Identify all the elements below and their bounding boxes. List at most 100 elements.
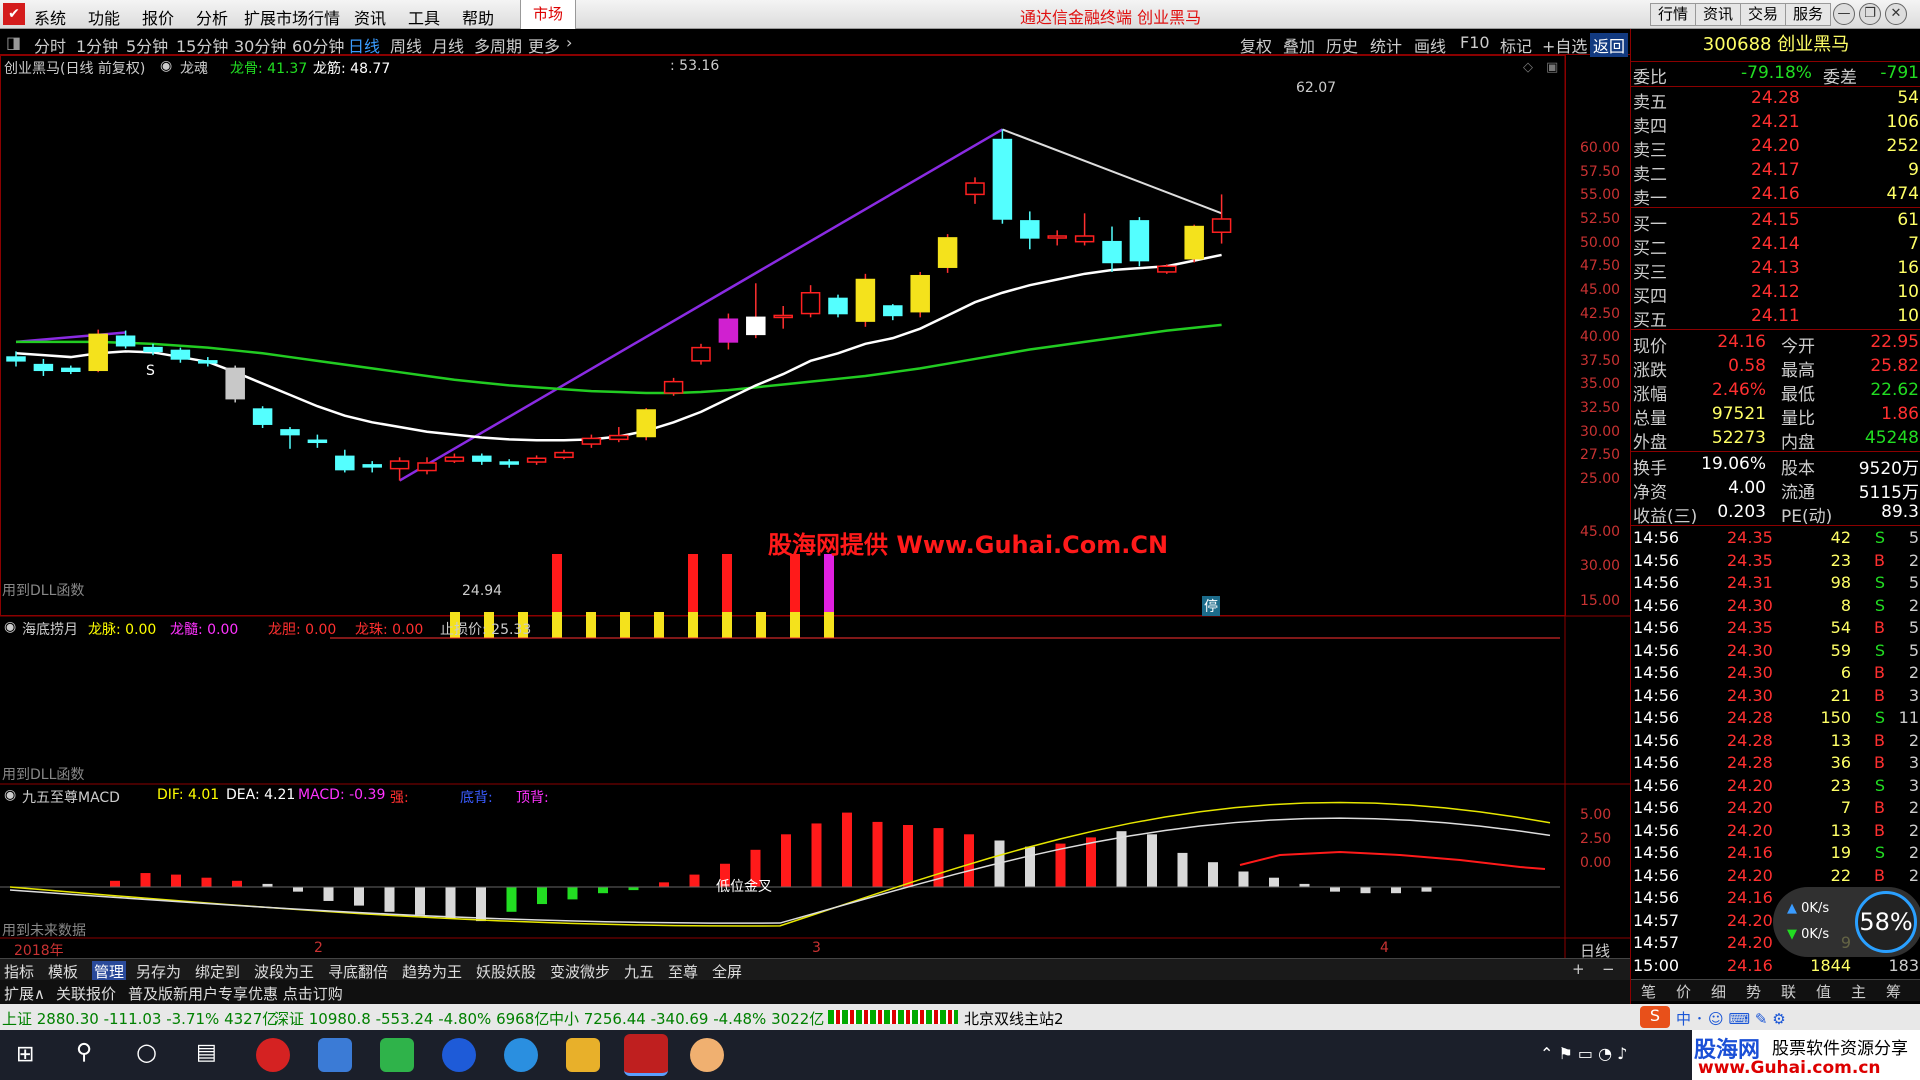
shenzhen-index[interactable]: 深证 10980.8 -553.24 -4.80% 6968亿	[274, 1008, 549, 1029]
tool-back[interactable]: 返回	[1590, 33, 1629, 57]
file-explorer-icon[interactable]	[566, 1038, 600, 1072]
quote-button[interactable]: 行情	[1650, 3, 1697, 26]
period-60min[interactable]: 60分钟	[292, 33, 344, 57]
menu-news[interactable]: 资讯	[354, 5, 386, 29]
input-method-icon[interactable]: S	[1640, 1006, 1670, 1028]
tool-mark[interactable]: 标记	[1500, 33, 1532, 57]
restore-icon[interactable]: ❐	[1859, 3, 1881, 25]
window-icon[interactable]: ▣	[1546, 60, 1558, 75]
indicator-tab[interactable]: 波段为王	[254, 961, 314, 982]
netease-music-icon[interactable]	[256, 1038, 290, 1072]
period-weekly[interactable]: 周线	[390, 33, 422, 57]
tool-stats[interactable]: 统计	[1370, 33, 1402, 57]
panel-toggle-icon[interactable]: ◨	[6, 33, 21, 52]
period-multi[interactable]: 多周期	[474, 33, 522, 57]
period-daily[interactable]: 日线	[348, 33, 380, 57]
promo-link[interactable]: 普及版新用户专享优惠 点击订购	[128, 983, 343, 1004]
tool-history[interactable]: 历史	[1326, 33, 1358, 57]
indicator-tab[interactable]: 另存为	[136, 961, 181, 982]
indicator-toggle-icon-2[interactable]: ◉	[4, 619, 16, 635]
network-gauge[interactable]: ▲ 0K/s ▼ 0K/s 58%	[1773, 887, 1920, 957]
related-quote-button[interactable]: 关联报价	[56, 983, 116, 1004]
indicator-tab[interactable]: 模板	[48, 961, 78, 982]
trade-button[interactable]: 交易	[1740, 3, 1787, 26]
indicator-toggle-icon-3[interactable]: ◉	[4, 787, 16, 803]
menu-function[interactable]: 功能	[88, 5, 120, 29]
kline-chart[interactable]	[0, 55, 1630, 958]
indicator-tab[interactable]: 趋势为王	[402, 961, 462, 982]
sub1-name[interactable]: 海底捞月	[22, 619, 78, 639]
quote-tab[interactable]: 主	[1851, 981, 1866, 1002]
tool-f10[interactable]: F10	[1460, 33, 1490, 52]
main-indicator-name[interactable]: 龙魂	[180, 58, 208, 78]
app-logo-icon[interactable]: ✔	[3, 3, 25, 25]
tool-add-favorite[interactable]: +自选	[1542, 33, 1587, 57]
tick-side: S	[1874, 640, 1885, 660]
menu-extended-market[interactable]: 扩展市场行情	[244, 5, 340, 29]
market-tab[interactable]: 市场	[520, 0, 576, 29]
sme-index[interactable]: 中小 7256.44 -340.69 -4.48% 3022亿	[549, 1008, 824, 1029]
macd-hist-bar	[1391, 887, 1401, 894]
menu-quote[interactable]: 报价	[142, 5, 174, 29]
tool-adjust[interactable]: 复权	[1240, 33, 1272, 57]
period-more[interactable]: 更多	[528, 33, 560, 57]
period-intraday[interactable]: 分时	[34, 33, 66, 57]
tool-overlay[interactable]: 叠加	[1283, 33, 1315, 57]
quote-tab[interactable]: 笔	[1641, 981, 1656, 1002]
media-player-icon[interactable]	[380, 1038, 414, 1072]
avatar-app-icon[interactable]	[690, 1038, 724, 1072]
indicator-tab[interactable]: 寻底翻倍	[328, 961, 388, 982]
ime-toolbar-icon[interactable]: 中 ･ ☺ ⌨ ✎ ⚙	[1676, 1008, 1786, 1029]
tray-icons[interactable]: ⌃ ⚑ ▭ ◔ ♪	[1540, 1044, 1627, 1063]
minimize-icon[interactable]: —	[1833, 3, 1855, 25]
quote-tab[interactable]: 筹	[1886, 981, 1901, 1002]
menu-analysis[interactable]: 分析	[196, 5, 228, 29]
search-icon[interactable]: ⚲	[76, 1040, 92, 1065]
period-30min[interactable]: 30分钟	[234, 33, 286, 57]
zoom-out-icon[interactable]: −	[1602, 960, 1615, 978]
quote-tab[interactable]: 联	[1781, 981, 1796, 1002]
period-15min[interactable]: 15分钟	[176, 33, 228, 57]
period-1min[interactable]: 1分钟	[76, 33, 118, 57]
sub2-name[interactable]: 九五至尊MACD	[22, 787, 120, 807]
task-view-icon[interactable]: ▤	[196, 1040, 217, 1065]
indicator-toggle-icon[interactable]: ◉	[160, 58, 172, 74]
period-5min[interactable]: 5分钟	[126, 33, 168, 57]
indicator-tab[interactable]: 变波微步	[550, 961, 610, 982]
quote-value: 97521	[1711, 404, 1766, 424]
indicator-tab[interactable]: 绑定到	[195, 961, 240, 982]
tick-time: 14:56	[1633, 663, 1680, 682]
news-button[interactable]: 资讯	[1695, 3, 1742, 26]
windows-start-icon[interactable]: ⊞	[16, 1042, 34, 1067]
indicator-tab[interactable]: 指标	[4, 961, 34, 982]
indicator-tab[interactable]: 管理	[92, 961, 127, 982]
qq-browser-icon[interactable]	[504, 1038, 538, 1072]
candle-body	[1211, 218, 1232, 233]
indicator-tab[interactable]: 全屏	[712, 961, 742, 982]
tool-draw[interactable]: 画线	[1414, 33, 1446, 57]
tick-volume: 1844	[1810, 955, 1851, 975]
menu-tools[interactable]: 工具	[408, 5, 440, 29]
cortana-icon[interactable]: ○	[136, 1038, 157, 1066]
sogou-browser-icon[interactable]	[442, 1038, 476, 1072]
menu-help[interactable]: 帮助	[462, 5, 494, 29]
chevron-right-icon[interactable]: ›	[566, 33, 572, 52]
diamond-icon[interactable]: ◇	[1523, 60, 1533, 75]
period-monthly[interactable]: 月线	[432, 33, 464, 57]
indicator-tab[interactable]: 妖股妖股	[476, 961, 536, 982]
quote-tab[interactable]: 细	[1711, 981, 1726, 1002]
extend-button[interactable]: 扩展∧	[4, 983, 45, 1004]
indicator-tab[interactable]: 至尊	[668, 961, 698, 982]
quote-tab[interactable]: 势	[1746, 981, 1761, 1002]
quote-panel: 300688 创业黑马 委比 -79.18% 委差 -791 卖五 24.28 54…	[1630, 29, 1920, 1029]
menu-system[interactable]: 系统	[34, 5, 66, 29]
service-button[interactable]: 服务	[1785, 3, 1832, 26]
close-icon[interactable]: ✕	[1885, 3, 1907, 25]
quote-tab[interactable]: 价	[1676, 981, 1691, 1002]
app-pinwheel-icon[interactable]	[318, 1038, 352, 1072]
shanghai-index[interactable]: 上证 2880.30 -111.03 -3.71% 4327亿	[2, 1008, 277, 1029]
tongdaxin-icon[interactable]	[624, 1034, 668, 1076]
indicator-tab[interactable]: 九五	[624, 961, 654, 982]
zoom-in-icon[interactable]: +	[1572, 960, 1585, 978]
quote-tab[interactable]: 值	[1816, 981, 1831, 1002]
